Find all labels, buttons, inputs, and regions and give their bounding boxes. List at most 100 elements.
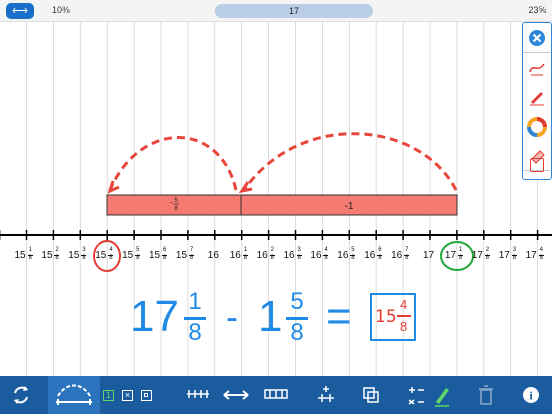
tick-label[interactable]: 15 1 8 [15, 246, 39, 264]
trash-icon[interactable] [476, 380, 496, 410]
tick-denominator: 8 [109, 255, 113, 261]
mode-x-icon[interactable]: × [122, 390, 133, 401]
tick-numerator: 6 [163, 247, 167, 253]
tick-numerator: 3 [297, 247, 301, 253]
tick-label[interactable]: 17 2 8 [472, 246, 496, 264]
tick-whole: 16 [207, 250, 219, 261]
tick-denominator: 8 [55, 255, 59, 261]
tick-numerator: 2 [55, 247, 59, 253]
color-wheel-icon[interactable] [525, 115, 549, 139]
tick-whole: 16 [364, 250, 376, 261]
tick-scale-icon[interactable] [185, 380, 211, 410]
tick-label[interactable]: 17 [418, 246, 442, 264]
tick-label[interactable]: 17 3 8 [499, 246, 523, 264]
tick-whole: 17 [525, 250, 537, 261]
tick-whole: 15 [95, 250, 107, 261]
tick-denominator: 8 [405, 255, 409, 261]
minus-sign: - [226, 296, 238, 337]
tick-numerator: 5 [351, 247, 355, 253]
tick-label[interactable]: 16 7 8 [391, 246, 415, 264]
tick-numerator: 7 [189, 247, 194, 253]
tick-denominator: 8 [512, 255, 517, 261]
bottom-toolbar: 1 × i [0, 376, 552, 414]
mode-box-icon[interactable] [141, 390, 152, 401]
notes-icon[interactable] [530, 158, 544, 172]
tick-label[interactable]: 15 7 8 [176, 246, 200, 264]
tick-whole: 17 [423, 250, 435, 261]
expand-arrows-icon[interactable]: ⟷ [6, 3, 34, 19]
top-bar: ⟷ 10⅜ 17 23⅝ [0, 0, 552, 22]
answer-den: 8 [400, 319, 408, 334]
equation-num-1: 1 [188, 288, 202, 315]
refresh-icon[interactable] [8, 380, 34, 410]
tick-label[interactable]: 15 3 8 [68, 246, 92, 264]
tick-denominator: 8 [351, 255, 355, 261]
segments-icon[interactable] [262, 380, 290, 410]
tick-numerator: 2 [270, 247, 274, 253]
tick-label[interactable]: 16 3 8 [284, 246, 308, 264]
freehand-pen-icon[interactable] [525, 56, 549, 80]
tick-whole: 17 [498, 250, 510, 261]
answer-box[interactable]: 15 4 8 [370, 293, 416, 341]
tick-whole: 15 [14, 250, 26, 261]
tick-label[interactable]: 16 [203, 246, 227, 264]
bar-label-whole: -1 [345, 201, 354, 212]
tick-numerator: 6 [378, 247, 382, 253]
info-icon[interactable]: i [520, 380, 542, 410]
tick-denominator: 8 [189, 255, 194, 261]
equation-den-2: 8 [290, 319, 304, 346]
mode-1-button[interactable]: 1 [103, 390, 114, 401]
tick-label[interactable]: 16 6 8 [364, 246, 388, 264]
tick-numerator: 3 [82, 247, 86, 253]
tick-label[interactable]: 15 2 8 [41, 246, 65, 264]
jump-tool-button[interactable] [48, 376, 100, 414]
tick-whole: 15 [149, 250, 161, 261]
range-end-label[interactable]: 23⅝ [528, 5, 546, 15]
tick-label[interactable]: 17 4 8 [526, 246, 550, 264]
equation-whole-1: 17 [130, 292, 179, 341]
answer-num: 4 [400, 297, 408, 312]
tick-label[interactable]: 15 6 8 [149, 246, 173, 264]
tick-denominator: 8 [243, 255, 248, 261]
tick-label[interactable]: 17 1 8 [445, 246, 469, 264]
tick-label[interactable]: 16 4 8 [310, 246, 334, 264]
tick-denominator: 8 [297, 255, 301, 261]
pencil-icon[interactable] [525, 85, 549, 109]
stretch-icon[interactable] [222, 380, 250, 410]
note-icon[interactable] [525, 173, 549, 179]
tick-numerator: 1 [458, 247, 463, 253]
green-pencil-icon[interactable] [432, 380, 452, 410]
bar-label-minus: - [170, 198, 173, 207]
tick-label[interactable]: 16 1 8 [230, 246, 254, 264]
tick-whole: 16 [310, 250, 322, 261]
tick-label[interactable]: 16 2 8 [257, 246, 281, 264]
fraction-bar [397, 315, 411, 317]
add-marker-icon[interactable] [314, 380, 338, 410]
tick-whole: 15 [68, 250, 80, 261]
tick-denominator: 8 [485, 255, 490, 261]
tick-whole: 16 [391, 250, 403, 261]
tick-whole: 17 [444, 250, 457, 261]
operations-icon[interactable] [404, 380, 428, 410]
jump-arrow-fraction [108, 136, 238, 191]
tick-whole: 16 [256, 250, 268, 261]
tick-whole: 16 [229, 250, 241, 261]
tick-whole: 16 [283, 250, 295, 261]
tick-label[interactable]: 15 5 8 [122, 246, 146, 264]
tick-numerator: 1 [28, 247, 32, 253]
range-start-label[interactable]: 10⅜ [52, 5, 70, 15]
tick-label[interactable]: 15 4 8 [95, 246, 119, 264]
tick-denominator: 8 [539, 255, 543, 261]
duplicate-icon[interactable] [360, 380, 382, 410]
jump-arrow-whole [242, 132, 458, 191]
position-slider[interactable]: 17 [215, 4, 373, 18]
tick-whole: 17 [471, 250, 483, 261]
tick-numerator: 7 [405, 247, 409, 253]
tick-denominator: 8 [136, 255, 140, 261]
close-icon[interactable] [525, 26, 549, 50]
equals-sign: = [326, 292, 352, 341]
tick-denominator: 8 [82, 255, 86, 261]
tick-label[interactable]: 16 5 8 [337, 246, 361, 264]
answer-whole: 15 [375, 307, 397, 327]
tick-denominator: 8 [28, 255, 32, 261]
